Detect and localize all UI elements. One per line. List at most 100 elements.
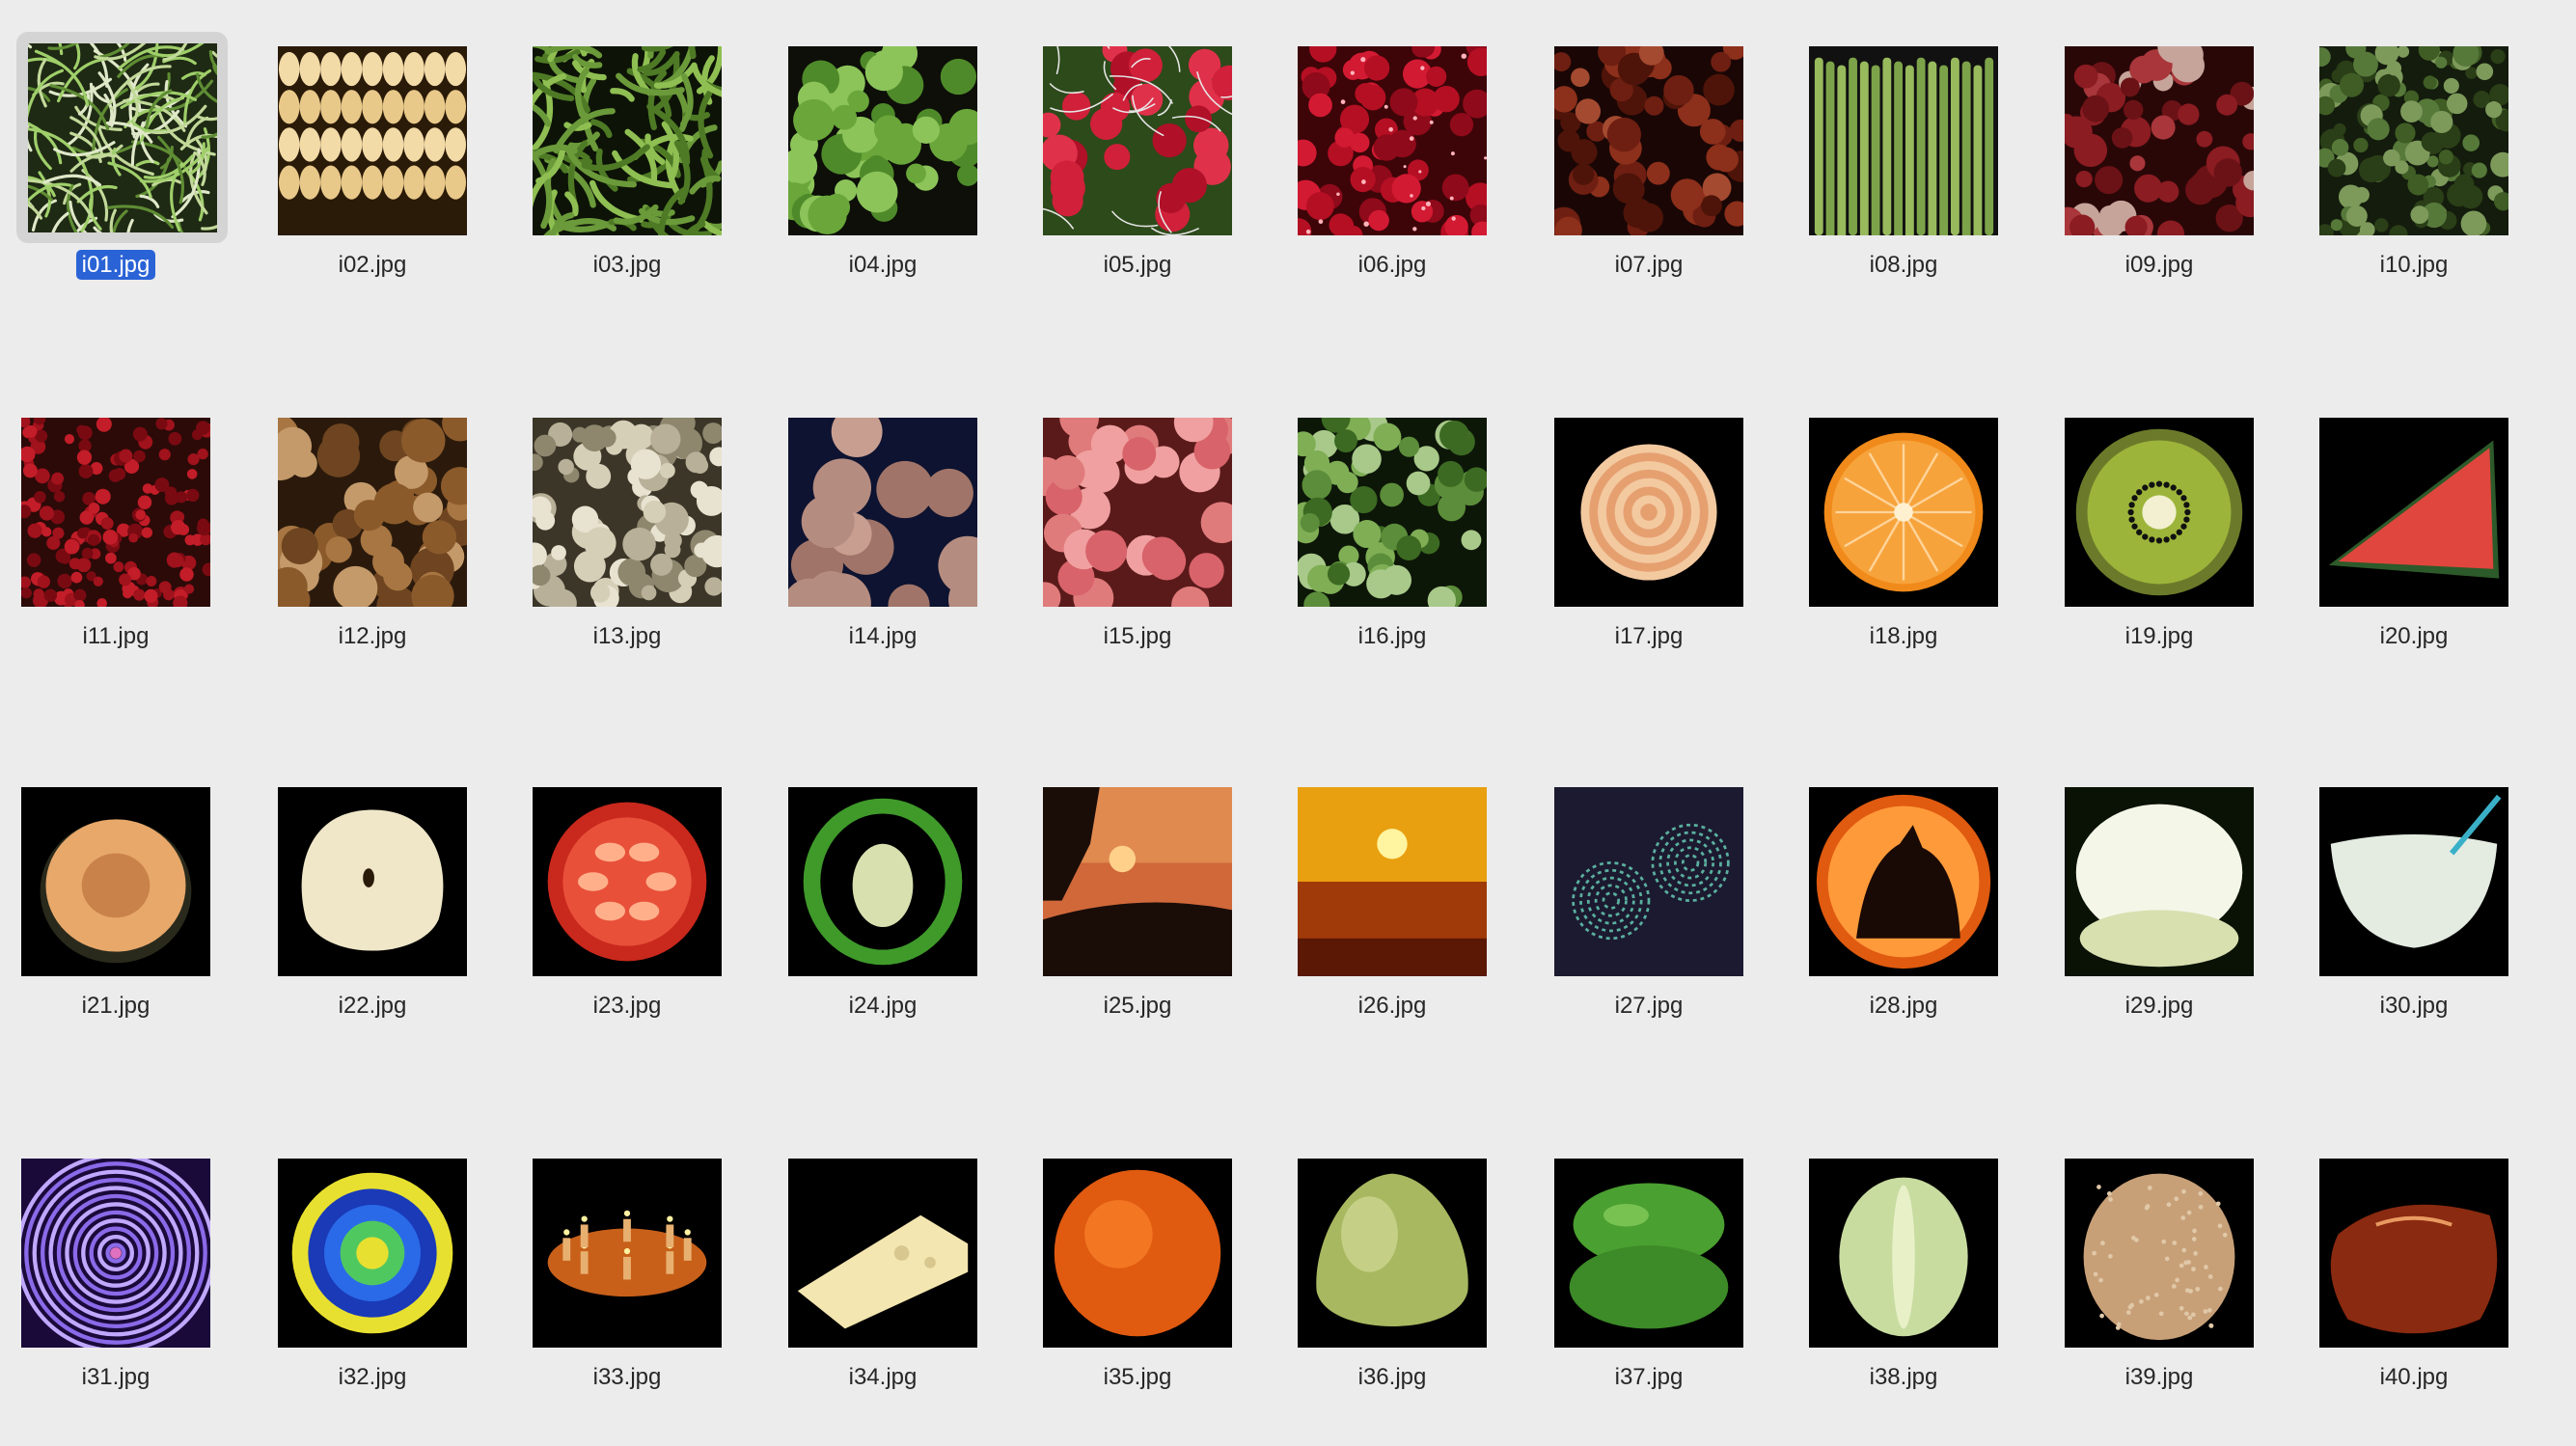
file-name-label[interactable]: i28.jpg (1788, 992, 2019, 1021)
thumbnail-frame[interactable] (1041, 44, 1234, 237)
thumbnail-frame[interactable] (19, 1157, 212, 1350)
dates-image-icon[interactable] (1554, 46, 1743, 235)
file-name-label[interactable]: i36.jpg (1276, 1363, 1508, 1392)
file-name-label[interactable]: i16.jpg (1276, 622, 1508, 651)
file-item[interactable]: i22.jpg (257, 785, 488, 1075)
thumbnail-frame[interactable] (1807, 785, 2000, 978)
file-item[interactable]: i06.jpg (1276, 44, 1508, 334)
thumbnail-frame[interactable] (1552, 44, 1745, 237)
file-item[interactable]: i16.jpg (1276, 416, 1508, 705)
file-name-label[interactable]: i40.jpg (2298, 1363, 2530, 1392)
file-item[interactable]: i17.jpg (1533, 416, 1765, 705)
file-name-label[interactable]: i02.jpg (257, 251, 488, 280)
file-name-label[interactable]: i30.jpg (2298, 992, 2530, 1021)
thumbnail-frame[interactable] (531, 1157, 724, 1350)
file-item[interactable]: i25.jpg (1022, 785, 1253, 1075)
thumbnail-frame[interactable] (786, 44, 979, 237)
melon-image-icon[interactable] (2065, 1159, 2254, 1348)
file-item[interactable]: i03.jpg (511, 44, 743, 334)
file-name-label[interactable]: i32.jpg (257, 1363, 488, 1392)
file-item[interactable]: i23.jpg (511, 785, 743, 1075)
thumbnail-frame[interactable] (2063, 1157, 2256, 1350)
file-name-label[interactable]: i38.jpg (1788, 1363, 2019, 1392)
file-name-label[interactable]: i01.jpg (0, 250, 232, 280)
milk-bowl-image-icon[interactable] (2319, 787, 2508, 976)
file-name-label[interactable]: i21.jpg (0, 992, 232, 1021)
roasted-meat-image-icon[interactable] (2319, 1159, 2508, 1348)
thumbnail-frame[interactable] (531, 785, 724, 978)
sunset-trees-image-icon[interactable] (1043, 787, 1232, 976)
thumbnail-frame[interactable] (1041, 1157, 1234, 1350)
file-item[interactable]: i09.jpg (2043, 44, 2275, 334)
sunset-sky-image-icon[interactable] (1298, 787, 1487, 976)
file-item[interactable]: i19.jpg (2043, 416, 2275, 705)
green-pepper-image-icon[interactable] (1554, 1159, 1743, 1348)
file-item[interactable]: i35.jpg (1022, 1157, 1253, 1446)
file-name-label[interactable]: i04.jpg (767, 251, 999, 280)
file-name-label[interactable]: i27.jpg (1533, 992, 1765, 1021)
file-item[interactable]: i33.jpg (511, 1157, 743, 1446)
file-item[interactable]: i38.jpg (1788, 1157, 2019, 1446)
thumbnail-frame[interactable] (2317, 416, 2510, 609)
apple-half-image-icon[interactable] (278, 787, 467, 976)
file-item[interactable]: i31.jpg (0, 1157, 232, 1446)
file-item[interactable]: i39.jpg (2043, 1157, 2275, 1446)
file-item[interactable]: i24.jpg (767, 785, 999, 1075)
file-item[interactable]: i05.jpg (1022, 44, 1253, 334)
thumbnail-frame[interactable] (531, 44, 724, 237)
cantaloupe-half-image-icon[interactable] (21, 787, 210, 976)
candle-ring-image-icon[interactable] (533, 1159, 722, 1348)
file-item[interactable]: i10.jpg (2298, 44, 2530, 334)
file-name-label[interactable]: i07.jpg (1533, 251, 1765, 280)
thumbnail-frame[interactable] (1296, 785, 1489, 978)
file-item[interactable]: i20.jpg (2298, 416, 2530, 705)
file-name-label[interactable]: i29.jpg (2043, 992, 2275, 1021)
thumbnail-frame[interactable] (2317, 44, 2510, 237)
file-name-label[interactable]: i13.jpg (511, 622, 743, 651)
thumbnail-frame[interactable] (531, 416, 724, 609)
file-item[interactable]: i40.jpg (2298, 1157, 2530, 1446)
file-item[interactable]: i02.jpg (257, 44, 488, 334)
file-item[interactable]: i37.jpg (1533, 1157, 1765, 1446)
thumbnail-frame[interactable] (19, 416, 212, 609)
file-item[interactable]: i21.jpg (0, 785, 232, 1075)
thumbnail-frame[interactable] (1807, 416, 2000, 609)
onion-slice-image-icon[interactable] (1554, 418, 1743, 607)
file-name-label[interactable]: i03.jpg (511, 251, 743, 280)
thumbnail-frame[interactable] (2063, 785, 2256, 978)
thumbnail-frame[interactable] (786, 1157, 979, 1350)
thumbnail-frame[interactable] (2317, 1157, 2510, 1350)
thumbnail-frame[interactable] (276, 1157, 469, 1350)
file-name-label[interactable]: i26.jpg (1276, 992, 1508, 1021)
thumbnail-frame[interactable] (2317, 785, 2510, 978)
pear-image-icon[interactable] (1298, 1159, 1487, 1348)
thumbnail-frame[interactable] (786, 416, 979, 609)
thumbnail-frame[interactable] (2063, 416, 2256, 609)
tomato-slice-image-icon[interactable] (533, 787, 722, 976)
file-name-label[interactable]: i24.jpg (767, 992, 999, 1021)
file-item[interactable]: i26.jpg (1276, 785, 1508, 1075)
orange-image-icon[interactable] (1043, 1159, 1232, 1348)
thumbnail-frame[interactable] (2063, 44, 2256, 237)
file-item[interactable]: i08.jpg (1788, 44, 2019, 334)
file-name-label[interactable]: i19.jpg (2043, 622, 2275, 651)
file-name-label[interactable]: i33.jpg (511, 1363, 743, 1392)
file-item[interactable]: i36.jpg (1276, 1157, 1508, 1446)
red-onions-image-icon[interactable] (2065, 46, 2254, 235)
file-name-label[interactable]: i12.jpg (257, 622, 488, 651)
file-name-label[interactable]: i05.jpg (1022, 251, 1253, 280)
file-name-label[interactable]: i31.jpg (0, 1363, 232, 1392)
thumbnail-frame[interactable] (16, 32, 228, 243)
thumbnail-frame[interactable] (1552, 1157, 1745, 1350)
cabbage-image-icon[interactable] (1809, 1159, 1998, 1348)
milk-glass-image-icon[interactable] (2065, 787, 2254, 976)
cat-pumpkin-image-icon[interactable] (1809, 787, 1998, 976)
file-item[interactable]: i12.jpg (257, 416, 488, 705)
thumbnail-frame[interactable] (1296, 416, 1489, 609)
file-item[interactable]: i01.jpg (0, 32, 232, 334)
file-name-label[interactable]: i18.jpg (1788, 622, 2019, 651)
thumbnail-frame[interactable] (1041, 785, 1234, 978)
asparagus-image-icon[interactable] (1809, 46, 1998, 235)
pepper-slice-image-icon[interactable] (788, 787, 977, 976)
cranberries-image-icon[interactable] (1298, 46, 1487, 235)
